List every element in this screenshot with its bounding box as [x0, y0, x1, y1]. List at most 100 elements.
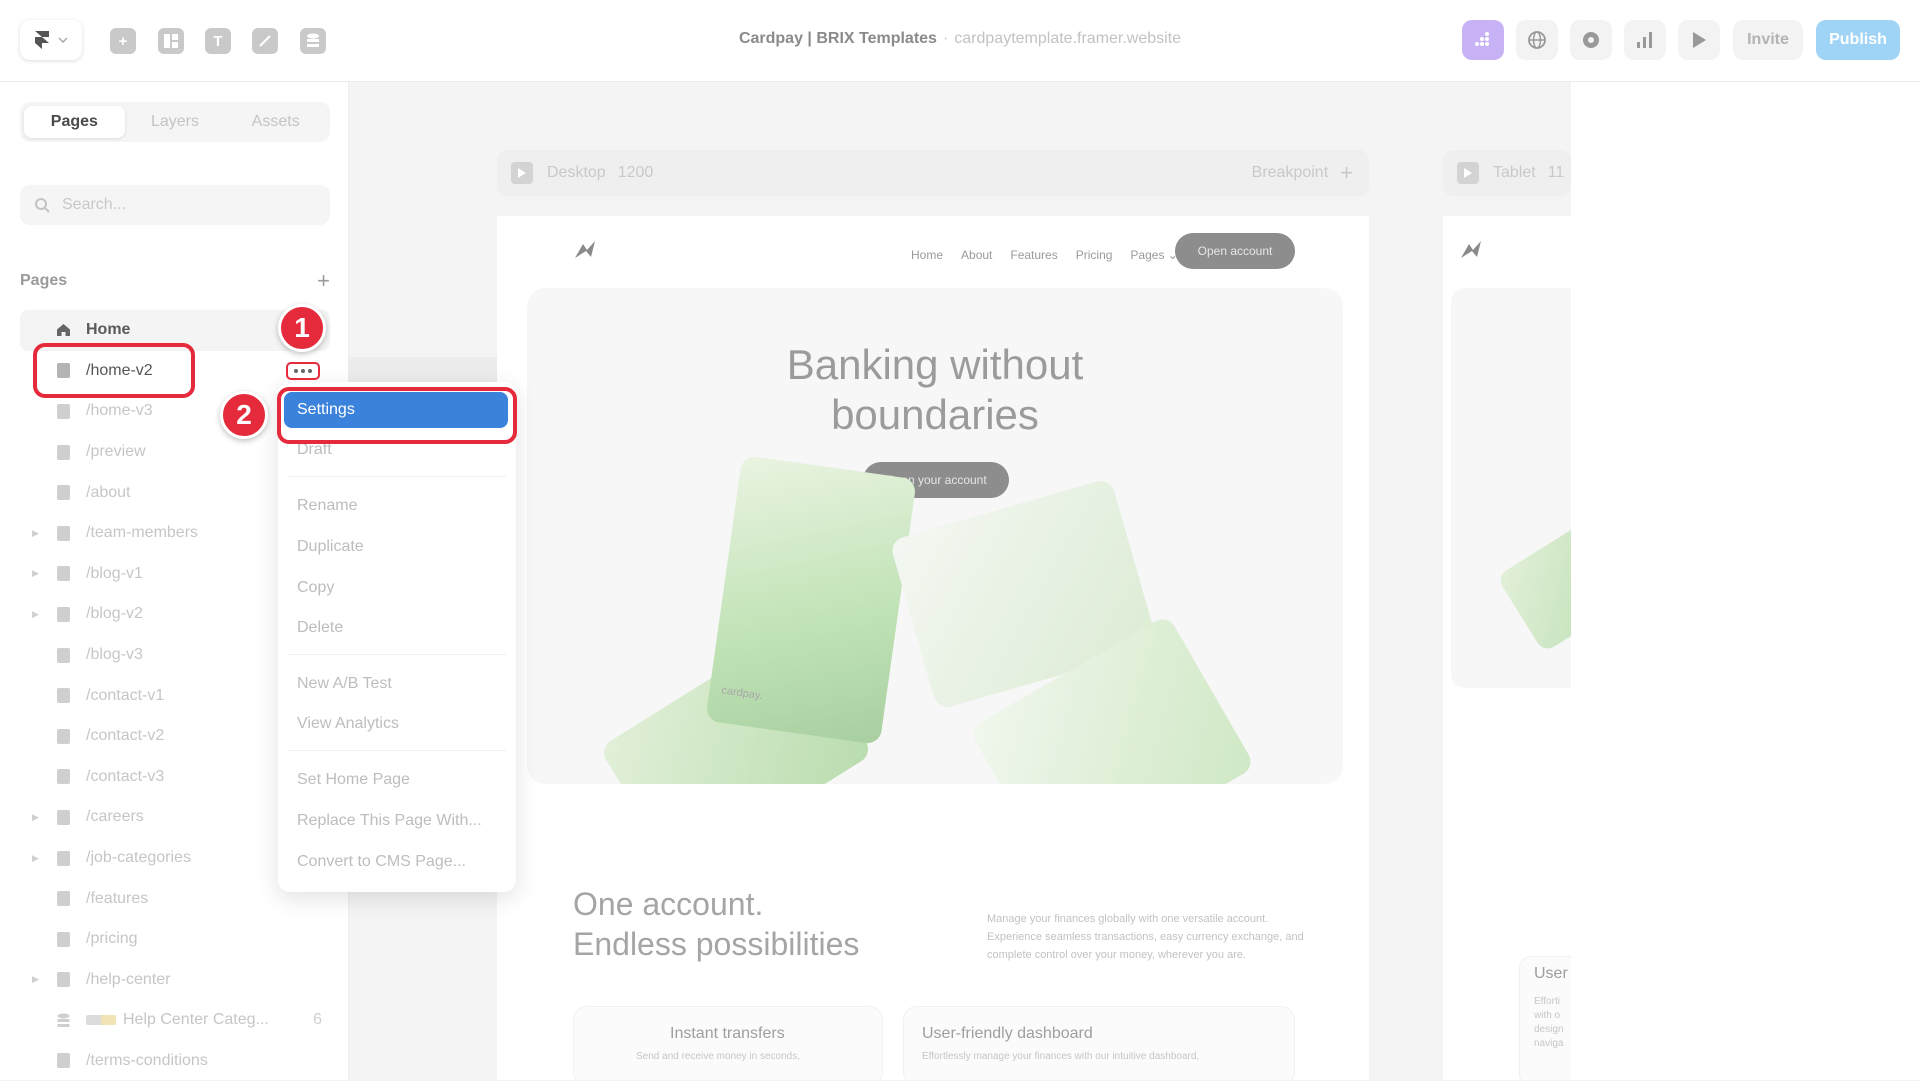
preview-button[interactable]	[1678, 20, 1720, 60]
site-nav-about[interactable]: About	[961, 248, 992, 262]
breakpoint-label[interactable]: Breakpoint	[1252, 164, 1329, 182]
menu-item-delete[interactable]: Delete	[278, 610, 516, 646]
page-label: /blog-v1	[86, 564, 143, 582]
page-item-pricing[interactable]: /pricing	[20, 919, 330, 960]
tab-pages[interactable]: Pages	[24, 106, 125, 138]
expand-chevron-icon[interactable]: ▶	[32, 812, 39, 823]
page-label: /features	[86, 889, 149, 907]
page-item-help-center[interactable]: ▶ /help-center	[20, 960, 330, 1001]
card-brand-text: cardpay.	[720, 684, 764, 703]
play-icon[interactable]	[511, 162, 533, 184]
expand-chevron-icon[interactable]: ▶	[32, 528, 39, 539]
top-toolbar: + T Cardpay | BRIX Templates · cardpaytemp…	[0, 0, 1920, 82]
expand-chevron-icon[interactable]: ▶	[32, 853, 39, 864]
collection-count: 6	[313, 1011, 322, 1029]
highlight-settings	[277, 387, 517, 444]
tablet-feature-desc: Efforti with o design naviga	[1534, 995, 1563, 1051]
page-label: /preview	[86, 443, 146, 461]
frame-size: 11	[1547, 164, 1565, 181]
page-label: /team-members	[86, 524, 199, 542]
tablet-frame-header[interactable]: Tablet 11	[1443, 150, 1571, 196]
page-item-terms-conditions[interactable]: /terms-conditions	[20, 1041, 330, 1081]
cardpay-logo-icon	[575, 241, 595, 258]
hero-title-line1: Banking without	[786, 341, 1084, 388]
page-icon	[57, 485, 70, 501]
tablet-frame[interactable]: User Efforti with o design naviga	[1443, 216, 1571, 1080]
tablet-feature-line: Efforti	[1534, 996, 1560, 1007]
page-icon	[57, 972, 70, 988]
collection-thumbnail	[86, 1015, 116, 1026]
site-nav-features[interactable]: Features	[1010, 248, 1057, 262]
frame-name: Desktop	[547, 164, 606, 181]
project-name: Cardpay | BRIX Templates	[738, 30, 937, 47]
home-icon	[57, 324, 70, 336]
page-label: /contact-v1	[86, 686, 165, 704]
cms-collection-icon	[57, 1013, 70, 1028]
menu-item-replace-page[interactable]: Replace This Page With...	[278, 803, 516, 839]
site-open-account-button[interactable]: Open account	[1175, 233, 1295, 269]
page-label: /blog-v3	[86, 646, 143, 664]
menu-item-new-ab-test[interactable]: New A/B Test	[278, 666, 516, 702]
cardpay-logo-icon	[1461, 241, 1481, 258]
page-label: /contact-v2	[86, 727, 165, 745]
more-dot	[301, 369, 305, 373]
page-icon	[57, 688, 70, 704]
analytics-button[interactable]	[1624, 20, 1666, 60]
search-box	[20, 185, 330, 225]
dots-grid-icon	[1475, 32, 1489, 46]
hero-title-line2: boundaries	[831, 391, 1039, 438]
page-item-help-center-categories[interactable]: Help Center Categ... 6	[20, 1000, 330, 1041]
menu-item-duplicate[interactable]: Duplicate	[278, 529, 516, 565]
card-graphic	[1496, 513, 1571, 653]
page-options-button[interactable]	[286, 362, 320, 380]
tab-layers[interactable]: Layers	[125, 106, 226, 138]
page-icon	[57, 566, 70, 582]
page-label: /job-categories	[86, 849, 191, 867]
invite-button[interactable]: Invite	[1733, 20, 1803, 60]
page-icon	[57, 850, 70, 866]
publish-button[interactable]: Publish	[1816, 20, 1900, 60]
localization-button[interactable]	[1516, 20, 1558, 60]
project-url[interactable]: cardpaytemplate.framer.website	[954, 30, 1181, 47]
page-icon	[57, 403, 70, 419]
highlight-home-v2	[33, 343, 195, 398]
page-icon	[57, 444, 70, 460]
expand-chevron-icon[interactable]: ▶	[32, 568, 39, 579]
canvas[interactable]: Desktop 1200 Breakpoint + Tablet 11 Home…	[349, 82, 1571, 1080]
add-page-icon[interactable]: +	[317, 270, 330, 292]
settings-button[interactable]	[1570, 20, 1612, 60]
play-icon[interactable]	[1457, 162, 1479, 184]
site-nav-pricing[interactable]: Pricing	[1076, 248, 1113, 262]
page-label: /help-center	[86, 970, 171, 988]
step-badge-2: 2	[220, 391, 268, 439]
card-graphic: cardpay.	[705, 455, 917, 745]
expand-chevron-icon[interactable]: ▶	[32, 609, 39, 620]
expand-chevron-icon[interactable]: ▶	[32, 974, 39, 985]
menu-item-rename[interactable]: Rename	[278, 488, 516, 524]
feature-card-instant-transfers: Instant transfers Send and receive money…	[573, 1006, 883, 1080]
menu-item-copy[interactable]: Copy	[278, 570, 516, 606]
search-icon	[35, 198, 50, 213]
feature-title: User-friendly dashboard	[922, 1025, 1093, 1042]
site-settings-button[interactable]	[1462, 20, 1504, 60]
site-nav-pages[interactable]: Pages ⌄	[1130, 248, 1177, 262]
menu-item-view-analytics[interactable]: View Analytics	[278, 706, 516, 742]
page-label: Home	[86, 321, 131, 339]
add-breakpoint-icon[interactable]: +	[1340, 160, 1353, 186]
site-nav-home[interactable]: Home	[911, 248, 943, 262]
page-icon	[57, 931, 70, 947]
feature-description: Send and receive money in seconds,	[636, 1051, 800, 1062]
pages-section-label: Pages	[20, 272, 68, 289]
step-badge-1: 1	[278, 304, 326, 352]
desktop-frame[interactable]: Home About Features Pricing Pages ⌄ Open…	[497, 216, 1369, 1080]
play-icon	[1693, 32, 1706, 48]
page-label: Help Center Categ...	[123, 1011, 269, 1029]
page-icon	[57, 728, 70, 744]
feature-card-dashboard: User-friendly dashboard Effortlessly man…	[903, 1006, 1295, 1080]
menu-item-set-home-page[interactable]: Set Home Page	[278, 762, 516, 798]
search-input[interactable]	[62, 196, 302, 214]
desktop-frame-header[interactable]: Desktop 1200 Breakpoint +	[497, 150, 1369, 196]
more-dot	[308, 369, 312, 373]
menu-item-convert-cms[interactable]: Convert to CMS Page...	[278, 844, 516, 880]
tab-assets[interactable]: Assets	[225, 106, 326, 138]
